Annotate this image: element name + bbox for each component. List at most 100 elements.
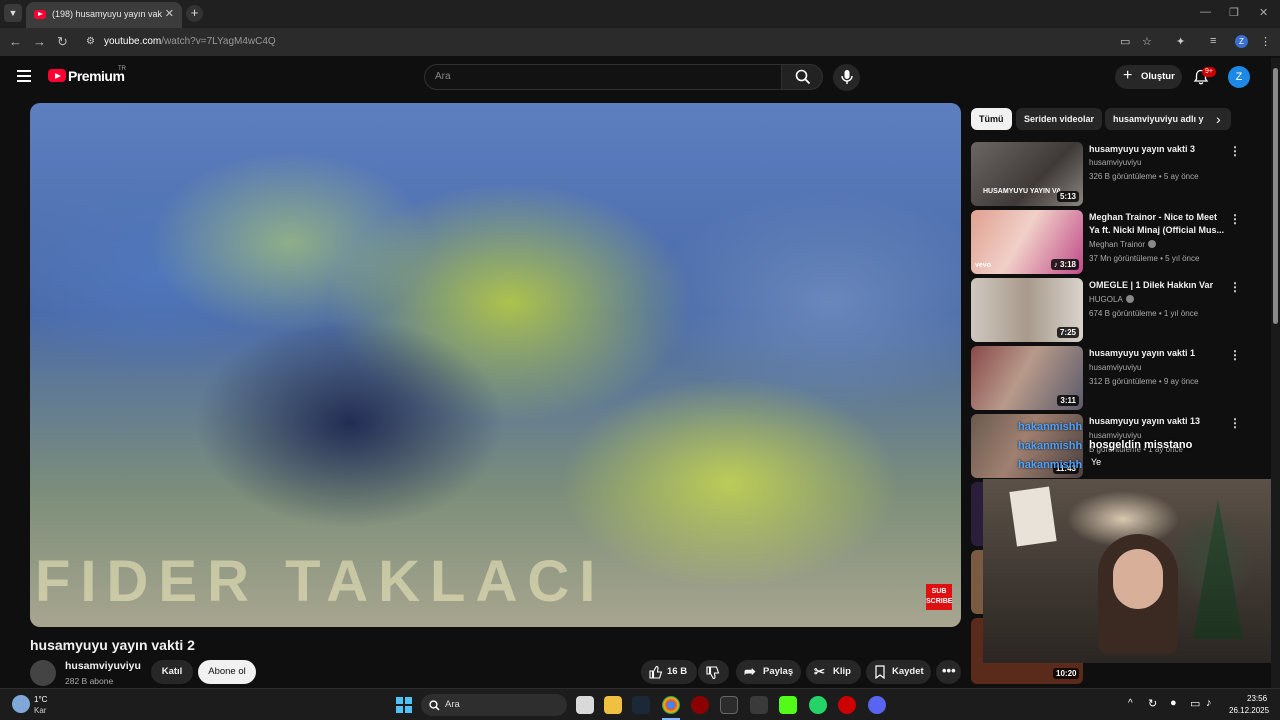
steam-icon[interactable] — [632, 696, 650, 714]
video-thumbnail[interactable]: HUSAMYUYU YAYIN VA 5:13 — [971, 142, 1083, 206]
back-arrow-icon[interactable]: ← — [9, 34, 22, 49]
recommendation-channel[interactable]: husamviyuviyu — [1089, 158, 1141, 167]
duration-badge: ♪ 3:18 — [1050, 259, 1079, 270]
recommendation-item[interactable]: 7:25 OMEGLE | 1 Dilek Hakkın Var HUGOLA … — [971, 278, 1261, 342]
recommendation-title[interactable]: husamyuyu yayın vakti 3 — [1089, 143, 1229, 156]
chip-channel-videos[interactable]: husamviyuviyu adlı y — [1105, 108, 1231, 130]
recommendation-title[interactable]: OMEGLE | 1 Dilek Hakkın Var — [1089, 279, 1229, 292]
create-button[interactable]: + Oluştur — [1115, 65, 1182, 89]
subscribe-button[interactable]: Abone ol — [198, 660, 256, 684]
page-scrollbar[interactable] — [1271, 58, 1280, 688]
browser-profile-avatar[interactable]: Z — [1235, 35, 1248, 48]
search-button[interactable] — [781, 64, 823, 90]
channel-avatar[interactable] — [30, 660, 56, 686]
vevo-logo: vevo — [975, 262, 991, 269]
save-button[interactable]: Kaydet — [866, 660, 931, 684]
clip-button[interactable]: ✂ Klip — [806, 660, 861, 684]
extensions-icon[interactable]: ✦ — [1176, 35, 1185, 48]
clock-time[interactable]: 23:56 — [1247, 694, 1267, 703]
red-app-icon[interactable] — [838, 696, 856, 714]
recommendation-channel[interactable]: husamviyuviyu — [1089, 363, 1141, 372]
site-info-icon[interactable]: ⚙ — [86, 36, 95, 47]
sync-icon[interactable]: ↻ — [1148, 697, 1157, 710]
recommendation-channel[interactable]: HUGOLA — [1089, 295, 1134, 304]
browser-tab-youtube[interactable]: (198) husamyuyu yayın vakti 2 - ✕ — [26, 2, 182, 28]
file-explorer-icon[interactable] — [604, 696, 622, 714]
whatsapp-icon[interactable] — [809, 696, 827, 714]
discord-icon[interactable] — [868, 696, 886, 714]
video-thumbnail[interactable]: vevo ♪ 3:18 — [971, 210, 1083, 274]
recommendation-item[interactable]: 3:11 husamyuyu yayın vakti 1 husamviyuvi… — [971, 346, 1261, 410]
recommendation-title[interactable]: husamyuyu yayın vakti 13 — [1089, 415, 1229, 428]
volume-icon[interactable]: ♪ — [1206, 697, 1212, 709]
verified-check-icon — [1148, 240, 1157, 248]
kick-icon[interactable] — [779, 696, 797, 714]
youtube-logo-icon[interactable] — [48, 69, 66, 82]
display-icon[interactable]: ▭ — [1190, 697, 1200, 710]
video-thumbnail[interactable]: 7:25 — [971, 278, 1083, 342]
close-window-icon[interactable]: ✕ — [1259, 6, 1268, 19]
new-tab-button[interactable]: + — [186, 5, 203, 22]
like-button[interactable]: 16 B — [641, 660, 697, 684]
record-app-icon[interactable] — [691, 696, 709, 714]
restore-window-icon[interactable]: ❐ — [1229, 6, 1239, 19]
logo-text[interactable]: Premium — [68, 68, 125, 84]
windows-start-icon[interactable] — [396, 697, 412, 713]
address-bar[interactable]: ⚙ youtube.com/watch?v=7LYagM4wC4Q — [80, 31, 1170, 53]
channel-name[interactable]: husamviyuviyu — [65, 660, 141, 672]
chat-message-fragment: Ye — [1091, 457, 1102, 467]
voice-search-button[interactable] — [833, 64, 860, 91]
dislike-button[interactable] — [698, 660, 729, 684]
more-vertical-icon[interactable]: ⋮ — [1229, 144, 1241, 158]
cast-icon[interactable]: ▭ — [1120, 35, 1130, 48]
recommendation-title[interactable]: Meghan Trainor - Nice to Meet Ya ft. Nic… — [1089, 211, 1229, 237]
more-vertical-icon[interactable]: ⋮ — [1229, 212, 1241, 226]
account-avatar[interactable]: Z — [1228, 66, 1250, 88]
browser-menu-icon[interactable]: ⋮ — [1260, 35, 1271, 48]
recommendation-channel[interactable]: Meghan Trainor — [1089, 240, 1157, 249]
more-vertical-icon[interactable]: ⋮ — [1229, 280, 1241, 294]
tab-search-button[interactable]: ▼ — [4, 4, 22, 22]
scrollbar-thumb[interactable] — [1273, 68, 1278, 324]
recommendation-item[interactable]: vevo ♪ 3:18 Meghan Trainor - Nice to Mee… — [971, 210, 1261, 274]
more-actions-button[interactable]: ••• — [936, 660, 961, 684]
minimize-window-icon[interactable]: — — [1200, 6, 1211, 18]
tray-overflow-icon[interactable]: ^ — [1128, 698, 1133, 709]
forward-arrow-icon[interactable]: → — [33, 34, 46, 49]
more-vertical-icon[interactable]: ⋮ — [1229, 348, 1241, 362]
chip-all[interactable]: Tümü — [971, 108, 1012, 130]
chip-series-videos[interactable]: Seriden videolar — [1016, 108, 1103, 130]
microphone-tray-icon[interactable]: ● — [1170, 697, 1177, 709]
subscriber-count: 282 B abone — [65, 676, 114, 686]
subscribe-watermark[interactable]: SUB SCRIBE — [926, 584, 952, 610]
video-player[interactable]: FIDER TAKLACI SUB SCRIBE — [30, 103, 961, 627]
reload-icon[interactable]: ↻ — [57, 34, 68, 50]
task-view-icon[interactable] — [576, 696, 594, 714]
chevron-right-icon[interactable]: › — [1216, 111, 1221, 127]
weather-description[interactable]: Kar — [34, 706, 46, 715]
weather-snow-icon[interactable] — [12, 695, 30, 713]
recommendation-title[interactable]: husamyuyu yayın vakti 1 — [1089, 347, 1229, 360]
chrome-icon[interactable] — [662, 696, 680, 714]
create-label: Oluştur — [1141, 71, 1175, 82]
search-input[interactable]: Ara — [424, 64, 782, 90]
join-button[interactable]: Katıl — [151, 660, 193, 684]
duration-badge: 5:13 — [1056, 191, 1079, 202]
chat-message: hosgeldin misstano — [1089, 439, 1193, 451]
clock-date[interactable]: 26.12.2025 — [1229, 706, 1269, 715]
taskbar-search[interactable]: Ara — [421, 694, 567, 716]
recommendation-item[interactable]: HUSAMYUYU YAYIN VA 5:13 husamyuyu yayın … — [971, 142, 1261, 206]
weather-temperature[interactable]: 1°C — [34, 695, 47, 704]
terminal-icon[interactable] — [720, 696, 738, 714]
tab-close-icon[interactable]: ✕ — [165, 7, 174, 20]
app-icon[interactable] — [750, 696, 768, 714]
hamburger-menu-icon[interactable] — [17, 70, 31, 82]
bookmark-star-icon[interactable]: ☆ — [1142, 35, 1152, 48]
video-thumbnail[interactable]: 3:11 — [971, 346, 1083, 410]
reading-list-icon[interactable]: ≡ — [1210, 35, 1216, 47]
christmas-tree — [1193, 499, 1243, 639]
more-horizontal-icon: ••• — [942, 663, 956, 678]
share-button[interactable]: ➦ Paylaş — [736, 660, 801, 684]
search-placeholder: Ara — [435, 71, 451, 82]
more-vertical-icon[interactable]: ⋮ — [1229, 416, 1241, 430]
